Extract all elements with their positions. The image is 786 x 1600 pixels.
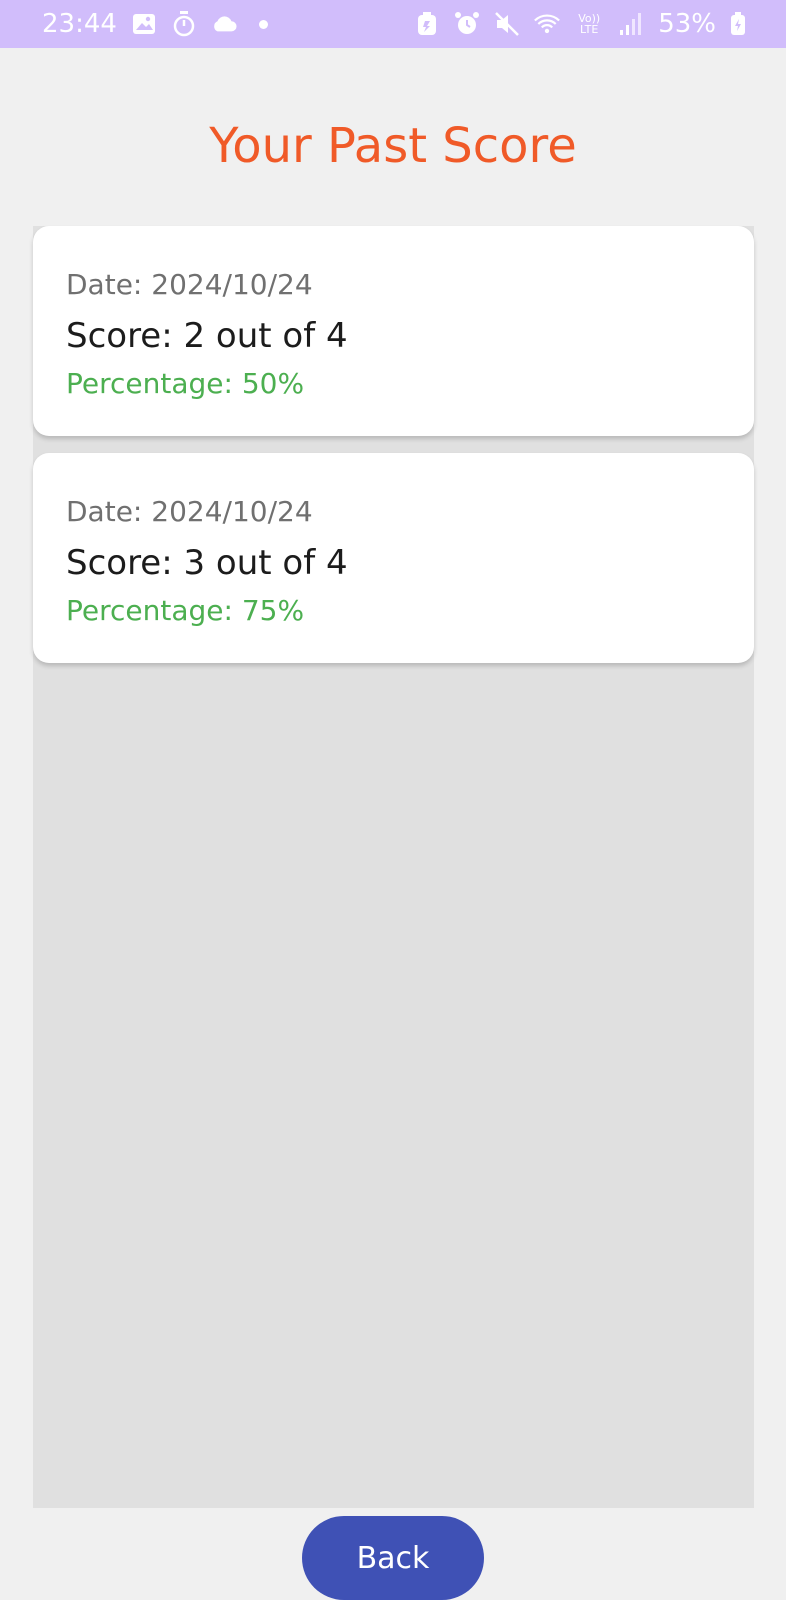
cloud-icon: [211, 11, 237, 37]
score-card: Date: 2024/10/24 Score: 2 out of 4 Perce…: [33, 226, 754, 436]
back-button[interactable]: Back: [302, 1516, 484, 1600]
timer-icon: [171, 11, 197, 37]
status-bar-right: Vo)) LTE 53%: [414, 9, 746, 39]
battery-icon: [730, 11, 746, 37]
alarm-icon: [454, 11, 480, 37]
mute-icon: [494, 11, 520, 37]
wifi-icon: [534, 11, 561, 37]
signal-icon: [618, 11, 644, 37]
score-date: Date: 2024/10/24: [66, 495, 313, 528]
battery-saver-icon: [414, 11, 440, 37]
score-list[interactable]: Date: 2024/10/24 Score: 2 out of 4 Perce…: [33, 226, 754, 1508]
page-title: Your Past Score: [209, 118, 577, 174]
score-card: Date: 2024/10/24 Score: 3 out of 4 Perce…: [33, 453, 754, 663]
score-value: Score: 2 out of 4: [66, 316, 348, 356]
notification-dot-icon: [251, 11, 277, 37]
score-percentage: Percentage: 75%: [66, 594, 305, 627]
score-date: Date: 2024/10/24: [66, 268, 313, 301]
battery-percent: 53%: [658, 9, 716, 39]
gallery-icon: [131, 11, 157, 37]
status-bar: 23:44 Vo)) LTE 53%: [0, 0, 786, 48]
score-value: Score: 3 out of 4: [66, 543, 348, 583]
volte-icon: Vo)) LTE: [578, 12, 601, 36]
status-bar-left: 23:44: [42, 9, 277, 39]
score-percentage: Percentage: 50%: [66, 367, 305, 400]
clock: 23:44: [42, 9, 117, 39]
